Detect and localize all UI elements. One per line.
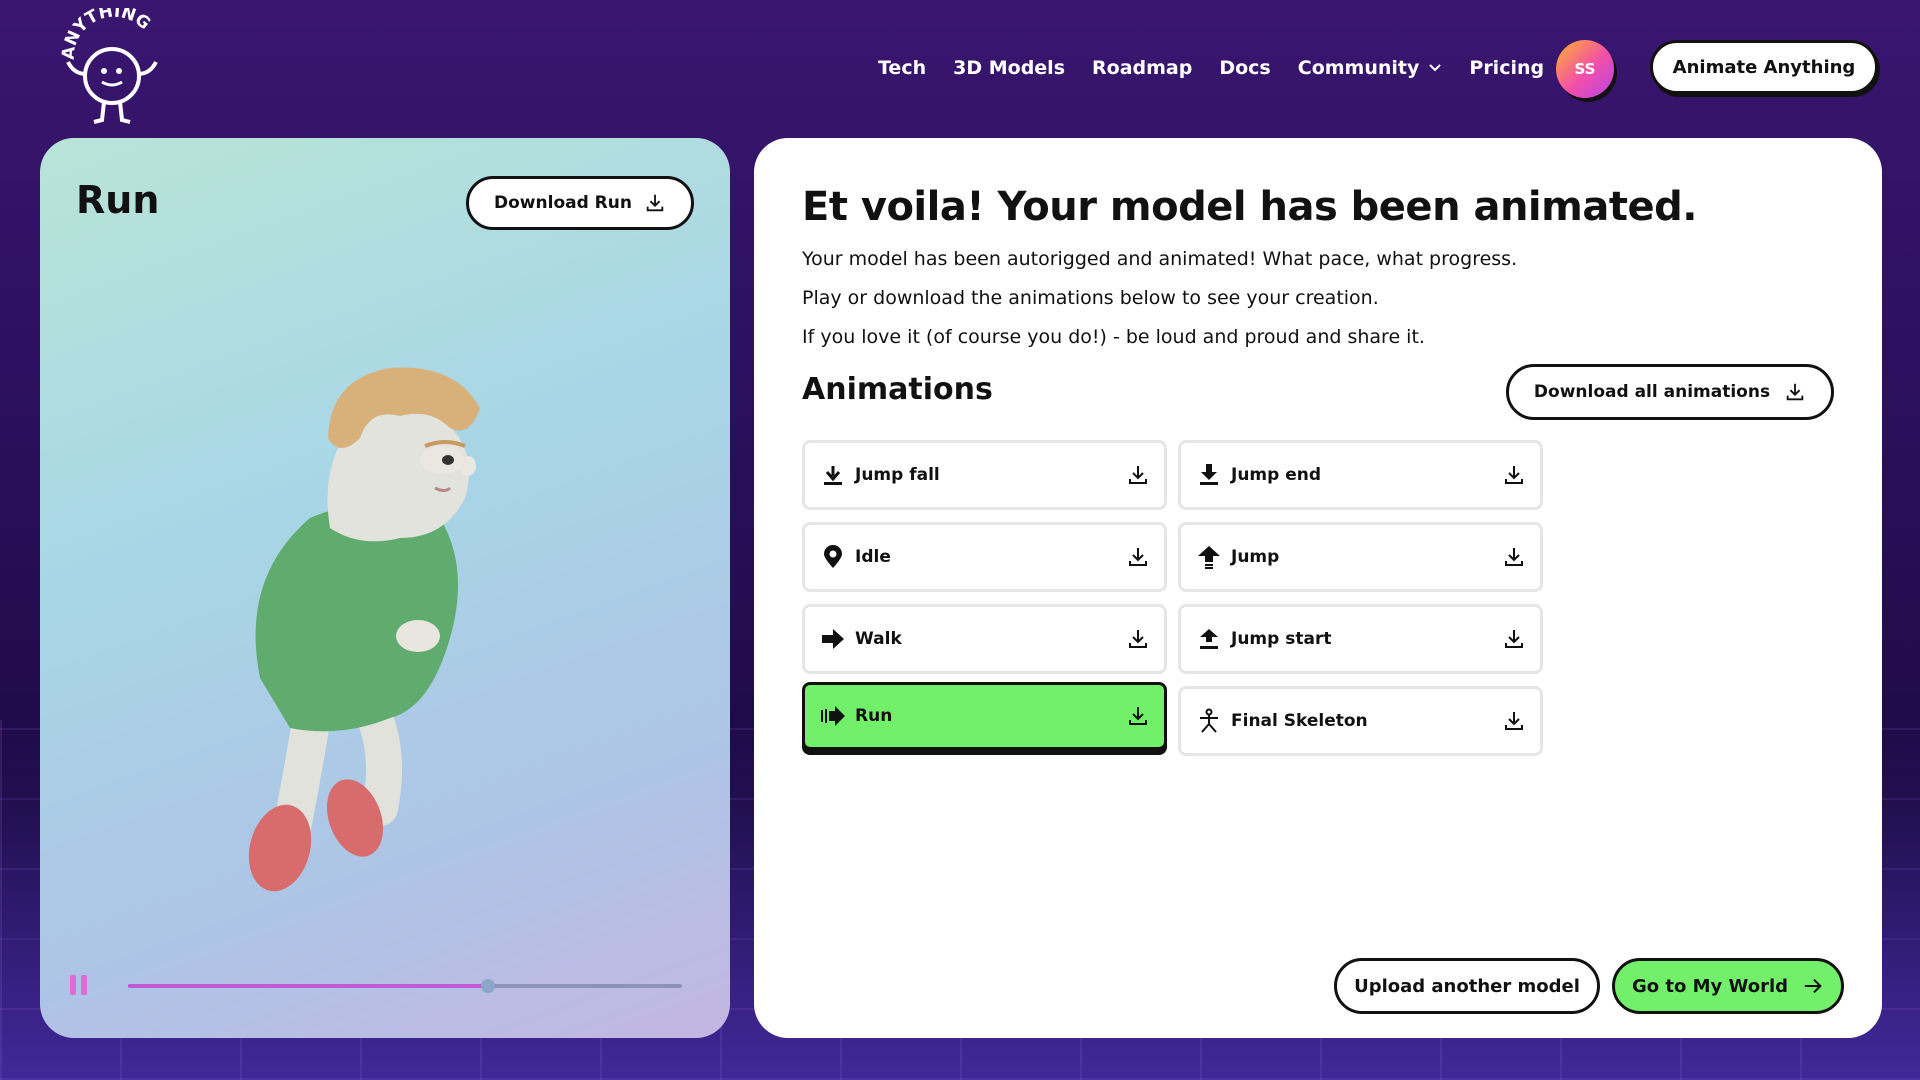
svg-text:ANYTHING: ANYTHING <box>59 8 155 60</box>
download-icon[interactable] <box>1502 545 1526 569</box>
nav-tech[interactable]: Tech <box>878 54 926 82</box>
download-icon[interactable] <box>1126 704 1150 728</box>
animation-label: Idle <box>855 547 891 567</box>
nav-pricing[interactable]: Pricing <box>1469 54 1544 82</box>
jump-fall-icon <box>819 461 847 489</box>
nav-roadmap[interactable]: Roadmap <box>1092 54 1192 82</box>
page-title: Et voila! Your model has been animated. <box>802 184 1697 230</box>
animation-walk[interactable]: Walk <box>802 604 1167 674</box>
run-icon <box>819 702 847 730</box>
animation-preview-panel: Run Download Run <box>40 138 730 1038</box>
download-all-animations-button[interactable]: Download all animations <box>1506 364 1834 420</box>
location-pin-icon <box>819 543 847 571</box>
jump-end-icon <box>1195 461 1223 489</box>
go-to-my-world-button[interactable]: Go to My World <box>1612 958 1844 1014</box>
animation-final-skeleton[interactable]: Final Skeleton <box>1178 686 1543 756</box>
preview-title: Run <box>76 178 160 222</box>
download-icon[interactable] <box>1126 463 1150 487</box>
animation-jump-end[interactable]: Jump end <box>1178 440 1543 510</box>
download-icon[interactable] <box>1126 545 1150 569</box>
animation-label: Jump fall <box>855 465 940 485</box>
download-icon <box>1786 383 1804 401</box>
animation-label: Jump end <box>1231 465 1322 485</box>
download-icon[interactable] <box>1502 463 1526 487</box>
animation-progress-slider[interactable] <box>128 979 682 993</box>
arrow-right-icon <box>819 625 847 653</box>
download-run-label: Download Run <box>494 193 632 213</box>
animation-label: Walk <box>855 629 902 649</box>
download-all-label: Download all animations <box>1533 382 1771 402</box>
animations-panel: Et voila! Your model has been animated. … <box>754 138 1882 1038</box>
progress-thumb[interactable] <box>481 979 496 993</box>
nav-docs[interactable]: Docs <box>1219 54 1270 82</box>
intro-line-3: If you love it (of course you do!) - be … <box>802 326 1425 348</box>
download-icon[interactable] <box>1502 709 1526 733</box>
intro-line-1: Your model has been autorigged and anima… <box>802 248 1518 270</box>
pause-icon-bar <box>81 975 87 995</box>
animation-jump-fall[interactable]: Jump fall <box>802 440 1167 510</box>
progress-fill <box>128 984 489 988</box>
pause-button[interactable] <box>70 975 94 999</box>
download-icon[interactable] <box>1126 627 1150 651</box>
animation-label: Jump start <box>1231 629 1332 649</box>
intro-line-2: Play or download the animations below to… <box>802 287 1379 309</box>
animation-label: Run <box>855 706 893 726</box>
nav-community[interactable]: Community <box>1298 54 1443 82</box>
animate-anything-button[interactable]: Animate Anything <box>1650 40 1878 94</box>
arrow-right-icon <box>1804 978 1822 994</box>
nav-community-label: Community <box>1297 57 1420 79</box>
anything-logo[interactable]: ANYTHING <box>56 2 168 128</box>
jump-start-icon <box>1195 625 1223 653</box>
pause-icon-bar <box>70 975 76 995</box>
animation-label: Jump <box>1231 547 1280 567</box>
animation-run[interactable]: Run <box>802 682 1167 750</box>
animation-jump[interactable]: Jump <box>1178 522 1543 592</box>
animated-character[interactable] <box>230 338 590 898</box>
skeleton-icon <box>1195 707 1223 735</box>
user-avatar[interactable]: SS <box>1556 40 1614 98</box>
animations-heading: Animations <box>802 372 993 407</box>
nav-3d-models[interactable]: 3D Models <box>953 54 1065 82</box>
download-icon[interactable] <box>1502 627 1526 651</box>
download-run-button[interactable]: Download Run <box>466 176 694 230</box>
animation-label: Final Skeleton <box>1231 711 1368 731</box>
jump-icon <box>1195 543 1223 571</box>
go-to-my-world-label: Go to My World <box>1631 975 1789 997</box>
main-nav: Tech 3D Models Roadmap Docs Community Pr… <box>878 54 1610 82</box>
chevron-down-icon <box>1429 64 1442 72</box>
logo-text: ANYTHING <box>59 2 155 61</box>
download-icon <box>646 194 664 212</box>
header: ANYTHING Tech 3D Models Roadmap Docs Com… <box>0 0 1920 135</box>
animation-idle[interactable]: Idle <box>802 522 1167 592</box>
upload-another-model-button[interactable]: Upload another model <box>1334 958 1600 1014</box>
animation-jump-start[interactable]: Jump start <box>1178 604 1543 674</box>
